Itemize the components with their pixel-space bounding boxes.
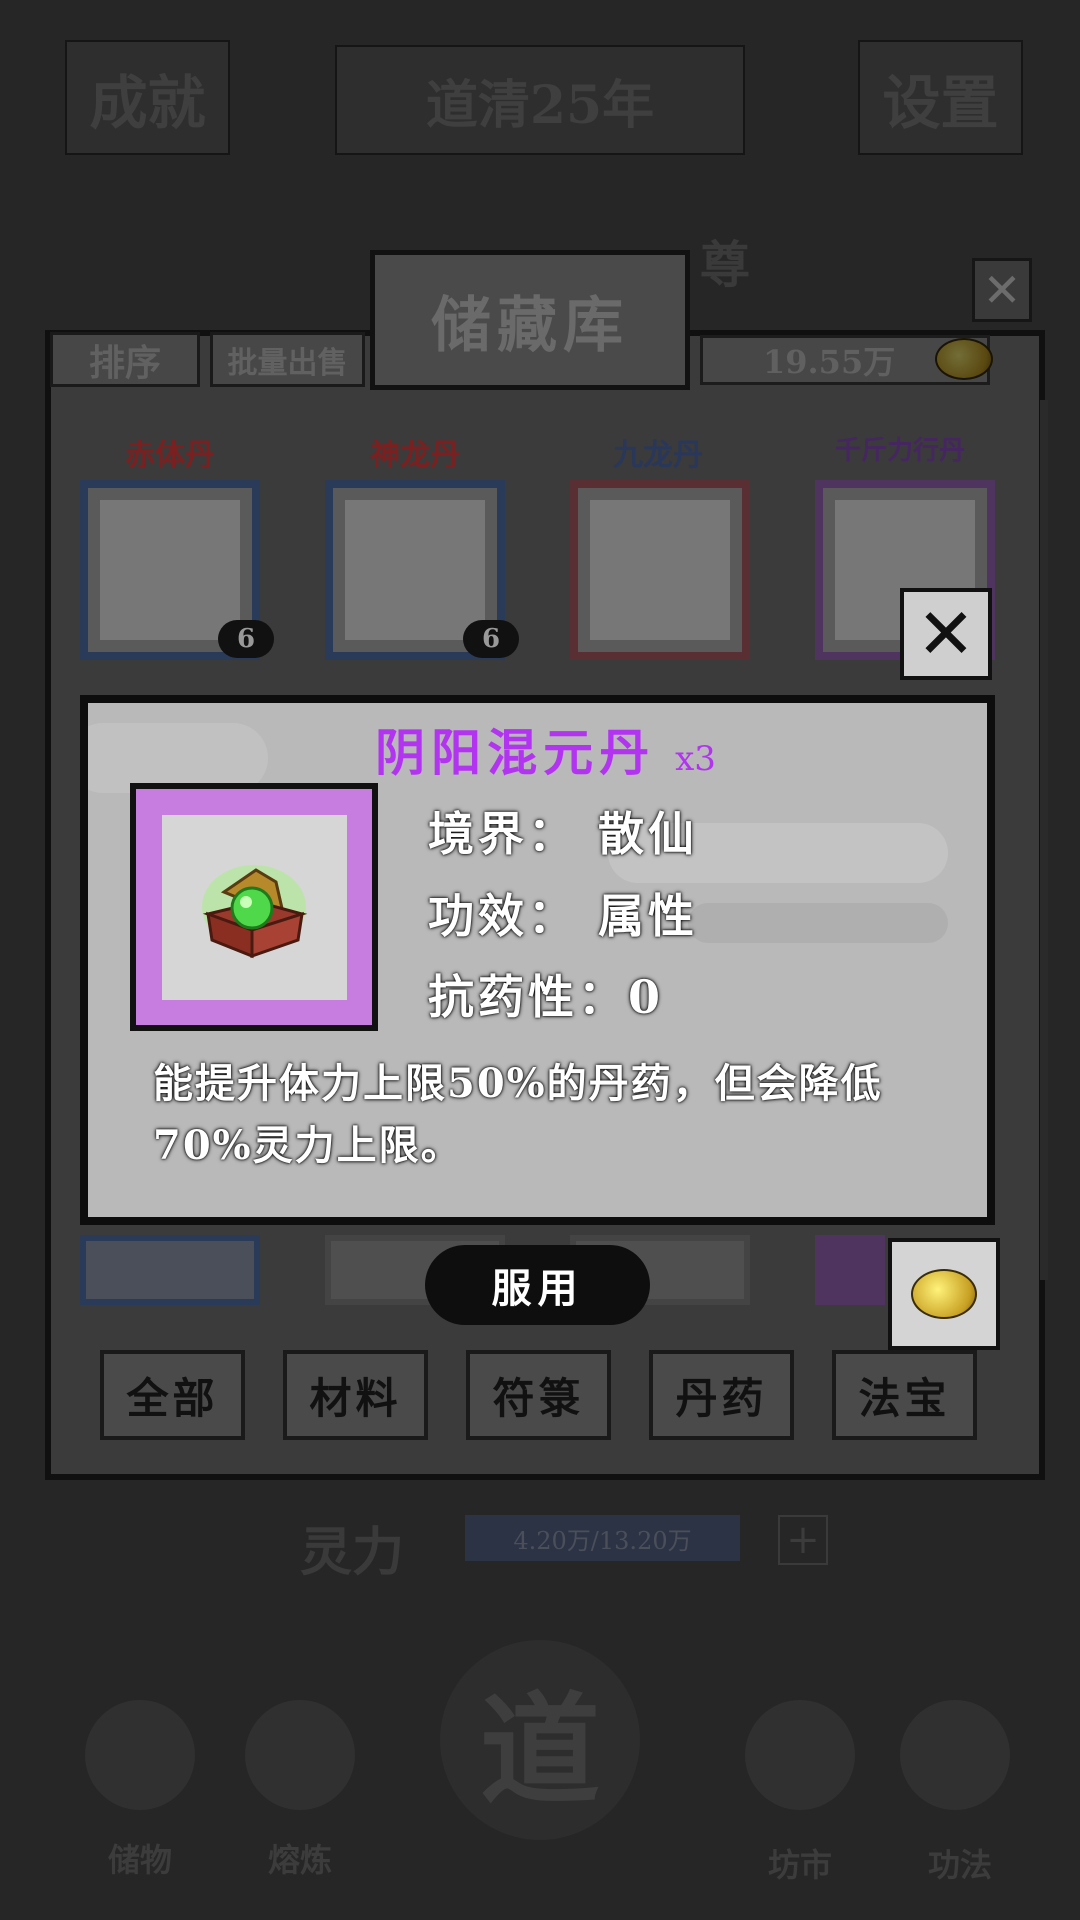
filter-pills-button[interactable]: 丹药 — [649, 1350, 794, 1440]
nav-storage-label: 储物 — [107, 1841, 172, 1879]
effect-value: 属性 — [598, 889, 698, 943]
effect-label: 功效： — [428, 889, 578, 943]
effect-row: 功效： 属性 — [428, 880, 698, 946]
resistance-value: 0 — [628, 970, 665, 1024]
sort-tab-label: 排序 — [88, 341, 161, 384]
nav-market-label: 坊市 — [767, 1846, 832, 1884]
filter-artifacts-button[interactable]: 法宝 — [832, 1350, 977, 1440]
item-count-1: 6 — [463, 620, 519, 658]
use-button[interactable]: 服用 — [425, 1245, 650, 1325]
bulk-sell-tab[interactable]: 批量出售 — [210, 332, 365, 387]
item-detail-quantity: x3 — [675, 739, 716, 779]
realm-row: 境界： 散仙 — [428, 798, 698, 864]
filter-all-button[interactable]: 全部 — [100, 1350, 245, 1440]
technique-nav-icon[interactable] — [900, 1700, 1010, 1810]
item-image-frame — [161, 814, 347, 1000]
spirit-label: 灵力 — [300, 1522, 405, 1583]
sect-banner-text: 尊 — [700, 235, 750, 294]
dao-center-button[interactable]: 道 — [440, 1640, 640, 1840]
item-name-3: 千斤力行丹 — [834, 436, 965, 466]
filter-materials-label: 材料 — [309, 1373, 402, 1423]
pill-pair-icon — [100, 500, 240, 640]
achievement-button[interactable]: 成就 — [65, 40, 230, 155]
bulk-sell-label: 批量出售 — [227, 345, 348, 381]
scroll-decoration — [688, 903, 948, 943]
item-name-0: 赤体丹 — [125, 438, 215, 473]
achievement-label: 成就 — [89, 68, 206, 137]
nav-technique-label: 功法 — [927, 1846, 992, 1884]
item-name-2: 九龙丹 — [613, 438, 703, 473]
furnace-nav-icon[interactable] — [245, 1700, 355, 1810]
item-detail-slot — [130, 783, 378, 1031]
realm-label: 境界： — [428, 807, 578, 861]
dao-label: 道 — [480, 1680, 600, 1821]
item-title: 阴阳混元丹 x3 — [88, 713, 987, 785]
filter-talismans-button[interactable]: 符箓 — [466, 1350, 611, 1440]
spirit-value: 4.20万/13.20万 — [513, 1526, 692, 1555]
item-slot-4[interactable] — [80, 1235, 260, 1305]
glowing-chest-icon — [202, 865, 308, 959]
nav-smelting-label: 熔炼 — [267, 1841, 332, 1879]
treasure-chest-icon — [590, 500, 730, 640]
storage-title-plaque: 储藏库 — [370, 250, 690, 390]
item-slot-7[interactable] — [815, 1235, 885, 1305]
use-button-label: 服用 — [491, 1265, 584, 1312]
sort-tab[interactable]: 排序 — [50, 332, 200, 387]
coin-icon — [935, 338, 993, 380]
coin-icon — [911, 1269, 977, 1319]
settings-button[interactable]: 设置 — [858, 40, 1023, 155]
settings-label: 设置 — [882, 68, 999, 137]
spirit-bar: 4.20万/13.20万 — [465, 1515, 740, 1561]
market-nav-icon[interactable] — [745, 1700, 855, 1810]
filter-artifacts-label: 法宝 — [858, 1373, 951, 1423]
item-name-1: 神龙丹 — [370, 438, 460, 473]
realm-value: 散仙 — [598, 807, 698, 861]
storage-title: 储藏库 — [431, 290, 629, 361]
item-slot-2[interactable] — [570, 480, 750, 660]
detail-close-button[interactable]: ✕ — [900, 588, 992, 680]
storage-nav-icon[interactable] — [85, 1700, 195, 1810]
sell-button[interactable] — [888, 1238, 1000, 1350]
filter-talismans-label: 符箓 — [492, 1373, 585, 1423]
close-icon: ✕ — [982, 263, 1022, 317]
spirit-add-button[interactable]: + — [778, 1515, 828, 1565]
storage-scrollbar[interactable] — [1040, 400, 1048, 1280]
resistance-label: 抗药性： — [428, 970, 628, 1024]
money-value: 19.55万 — [763, 343, 896, 381]
filter-materials-button[interactable]: 材料 — [283, 1350, 428, 1440]
close-icon: ✕ — [916, 593, 976, 675]
storage-close-button[interactable]: ✕ — [972, 258, 1032, 322]
filter-all-label: 全部 — [126, 1373, 219, 1423]
item-description: 能提升体力上限50%的丹药，但会降低70%灵力上限。 — [153, 1060, 883, 1169]
era-display: 道清25年 — [335, 45, 745, 155]
resistance-row: 抗药性：0 — [428, 961, 664, 1027]
item-detail-dialog: 阴阳混元丹 x3 境界： 散仙 功效： 属性 抗药性：0 能提升体力上限50%的丹药，… — [80, 695, 995, 1225]
filter-pills-label: 丹药 — [675, 1373, 768, 1423]
era-label: 道清25年 — [425, 74, 655, 136]
item-count-0: 6 — [218, 620, 274, 658]
item-detail-name: 阴阳混元丹 — [375, 723, 656, 782]
pill-pair-icon — [345, 500, 485, 640]
